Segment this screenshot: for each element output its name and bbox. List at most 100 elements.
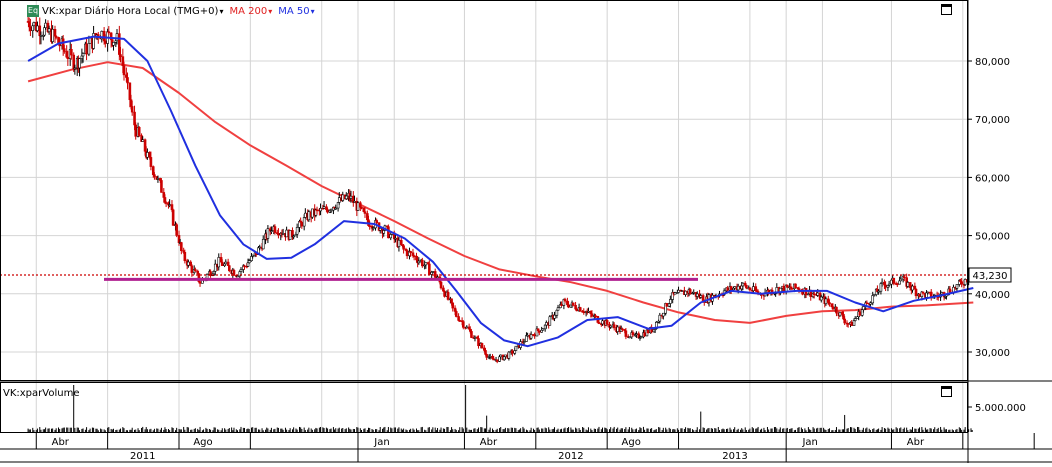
candle-body [443,290,446,297]
candle-body [205,273,209,279]
candle-body [295,227,299,235]
candle-body [853,318,857,321]
candle-body [224,261,228,265]
candle-body [548,316,552,326]
candle-body [421,259,424,267]
year-tick-label: 2011 [130,451,155,462]
candle-body [353,200,356,203]
ma50-dropdown-icon[interactable]: ▾ [311,7,315,16]
candle-body [828,302,831,304]
candle-body [304,212,307,218]
candle-body [877,290,880,293]
candle-body [29,26,32,31]
candle-body [428,263,431,275]
candle-body [334,207,338,210]
candle-body [315,209,319,212]
candle-body [918,293,921,297]
candle-body [258,246,262,249]
symbol-title[interactable]: VK:xpar Diário Hora Local (TMG+0) [42,6,218,17]
volume-panel-title: VK:xparVolume [3,388,80,399]
candle-body [375,220,379,224]
candle-body [522,341,526,343]
candle-body [513,350,517,354]
candle-body [160,180,163,193]
candle-body [695,293,699,297]
candle-body [816,292,820,296]
candle-body [103,40,107,44]
candle-body [643,332,646,337]
candle-body [662,312,665,317]
candle-body [635,333,638,336]
candle-body [736,285,740,291]
candle-body [190,265,194,273]
candle-body [511,350,514,354]
candle-body [495,359,499,362]
trading-chart: 43,230 80,000 70,000 60,000 50,000 40,000 30,… [0,0,1052,463]
candle-body [292,235,295,238]
candle-body [319,207,322,212]
candle-body [32,22,36,27]
candle-body [187,261,190,266]
candle-body [872,294,876,296]
candle-body [665,303,669,307]
candle-body [526,334,529,337]
volume-panel-maximize-icon[interactable] [941,386,952,397]
candle-body [726,287,729,291]
candle-body [628,336,631,339]
candle-body [692,292,696,294]
candle-body [402,245,405,250]
candle-body [597,322,601,324]
price-tick-label: 80,000 [975,57,1010,68]
price-tick-label: 60,000 [975,173,1010,184]
candle-body [39,35,43,37]
candle-body [81,53,85,57]
candle-body [356,202,360,211]
candle-body [835,306,838,314]
candle-body [688,289,692,294]
candle-body [153,174,156,177]
candle-body [745,284,748,289]
candle-body [236,275,239,278]
price-panel-maximize-icon[interactable] [941,4,952,15]
candle-body [130,106,134,113]
candle-body [47,28,51,33]
candle-body [87,42,91,55]
candle-body [168,204,171,206]
candle-body [115,33,119,42]
ma200-legend[interactable]: MA 200 [229,6,267,17]
candle-body [748,287,752,291]
candle-body [786,284,789,288]
candle-body [729,286,733,291]
candle-body [869,302,872,305]
candle-body [477,338,480,347]
candle-body [378,227,382,231]
candle-body [616,326,619,332]
month-tick-label: Jan [801,437,817,448]
candle-body [775,287,779,293]
month-tick-label: Abr [52,437,70,448]
ma200-dropdown-icon[interactable]: ▾ [268,7,272,16]
candle-body [940,292,944,295]
candle-body [887,283,891,286]
candle-body [485,354,488,358]
price-tick-label: 40,000 [975,290,1010,301]
ma50-legend[interactable]: MA 50 [278,6,309,17]
candle-body [677,289,680,293]
candle-body [461,321,465,328]
candle-body [819,296,823,301]
candle-body [44,22,47,28]
candle-body [239,269,243,272]
candle-body [880,281,884,284]
equity-badge-icon: Eq [27,5,39,17]
candle-body [884,284,887,288]
candle-body [251,254,254,257]
candle-body [955,284,959,289]
symbol-dropdown-icon[interactable]: ▾ [219,7,223,16]
candle-body [639,336,643,339]
candle-body [122,65,126,76]
candle-body [529,334,533,339]
candle-body [70,49,73,56]
candle-body [858,311,862,316]
candle-body [85,43,88,55]
candle-body [359,202,362,208]
